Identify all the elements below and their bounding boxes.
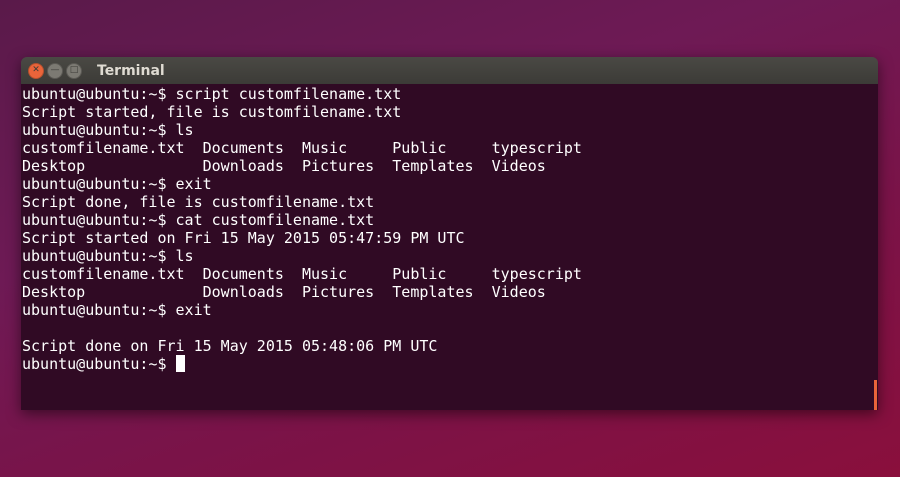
terminal-line: ubuntu@ubuntu:~$ exit bbox=[22, 301, 212, 319]
terminal-line: Script started on Fri 15 May 2015 05:47:… bbox=[22, 229, 465, 247]
terminal-line: ubuntu@ubuntu:~$ ls bbox=[22, 121, 194, 139]
terminal-window: ✕ — □ Terminal ubuntu@ubuntu:~$ script c… bbox=[21, 57, 878, 410]
terminal-line: Desktop Downloads Pictures Templates Vid… bbox=[22, 283, 546, 301]
title-bar[interactable]: ✕ — □ Terminal bbox=[21, 57, 878, 84]
terminal-line: ubuntu@ubuntu:~$ cat customfilename.txt bbox=[22, 211, 375, 229]
maximize-icon[interactable]: □ bbox=[66, 62, 82, 79]
terminal-line: customfilename.txt Documents Music Publi… bbox=[22, 139, 582, 157]
terminal-output: ubuntu@ubuntu:~$ script customfilename.t… bbox=[22, 84, 878, 373]
terminal-line: ubuntu@ubuntu:~$ script customfilename.t… bbox=[22, 85, 402, 103]
terminal-line: Desktop Downloads Pictures Templates Vid… bbox=[22, 157, 546, 175]
terminal-area[interactable]: ubuntu@ubuntu:~$ script customfilename.t… bbox=[21, 84, 878, 410]
terminal-line: Script started, file is customfilename.t… bbox=[22, 103, 402, 121]
terminal-line: customfilename.txt Documents Music Publi… bbox=[22, 265, 582, 283]
terminal-line: Script done on Fri 15 May 2015 05:48:06 … bbox=[22, 337, 438, 355]
window-title: Terminal bbox=[97, 62, 165, 79]
terminal-line: ubuntu@ubuntu:~$ exit bbox=[22, 175, 212, 193]
minimize-icon[interactable]: — bbox=[47, 62, 63, 79]
terminal-line: ubuntu@ubuntu:~$ ls bbox=[22, 247, 194, 265]
cursor bbox=[175, 355, 185, 372]
terminal-prompt-line[interactable]: ubuntu@ubuntu:~$ bbox=[22, 355, 878, 373]
close-icon[interactable]: ✕ bbox=[28, 62, 44, 79]
scrollbar[interactable] bbox=[874, 380, 877, 410]
prompt: ubuntu@ubuntu:~$ bbox=[22, 355, 176, 373]
terminal-line: Script done, file is customfilename.txt bbox=[22, 193, 375, 211]
